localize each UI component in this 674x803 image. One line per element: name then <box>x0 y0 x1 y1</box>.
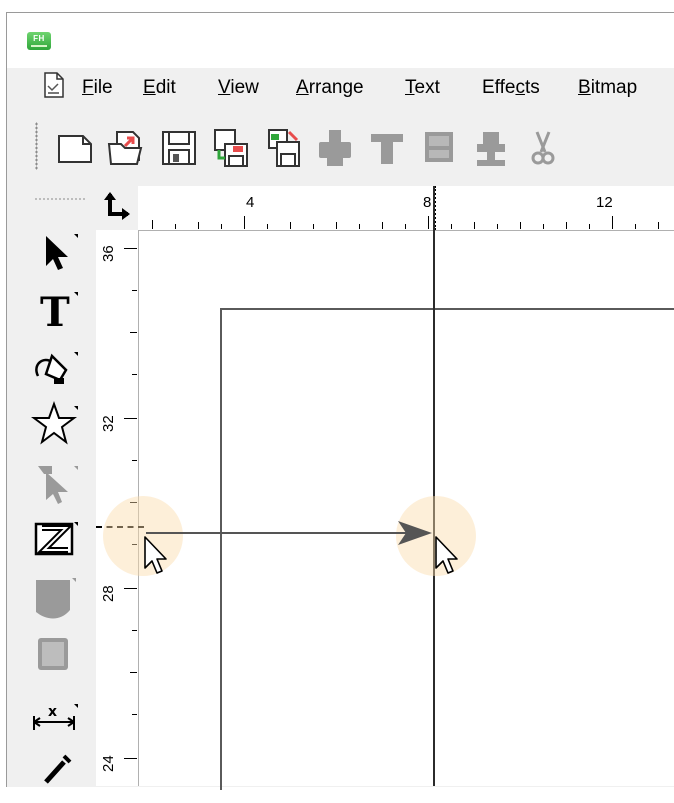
mouse-cursor-start-icon <box>144 536 167 574</box>
mouse-cursor-end-icon <box>435 536 458 574</box>
drag-annotation <box>144 521 458 574</box>
